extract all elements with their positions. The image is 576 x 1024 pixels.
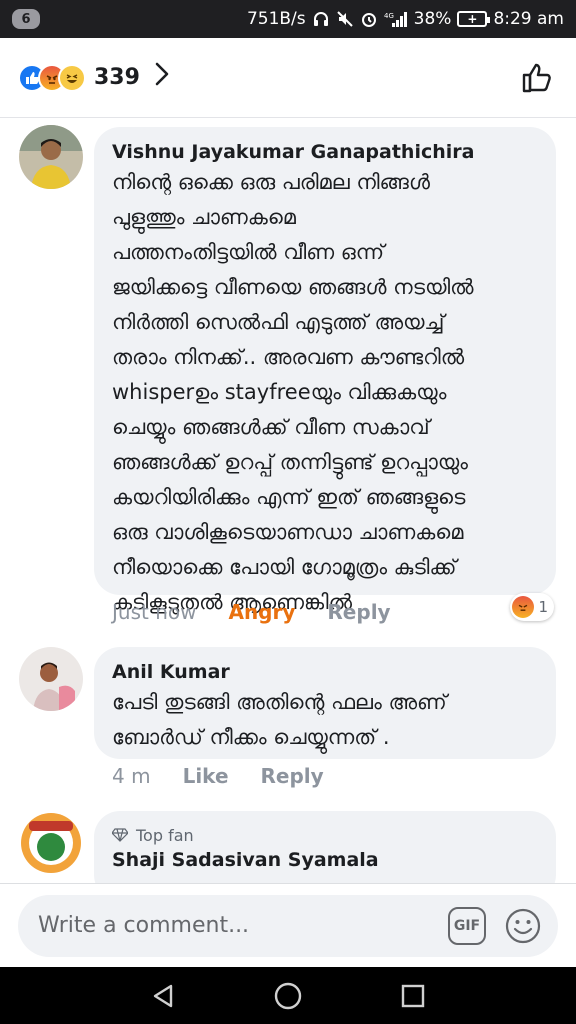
reaction-icons[interactable] — [18, 63, 86, 92]
battery-icon: + — [457, 11, 491, 27]
status-bar: 6 751B/s 4G 38% + 8:29 am — [0, 0, 576, 38]
network-speed: 751B/s — [246, 9, 306, 29]
comment-bubble[interactable]: Top fan Shaji Sadasivan Syamala — [94, 811, 556, 883]
comment-text: പേടി തുടങ്ങി അതിന്റെ ഫലം അണ് ബോർഡ് നീക്ക… — [112, 690, 447, 749]
notification-badge: 6 — [12, 9, 40, 29]
comment-timestamp[interactable]: Just now — [112, 600, 196, 624]
back-triangle-icon — [153, 984, 172, 1007]
comment-actions: 4 m Like Reply — [112, 764, 356, 788]
smiley-icon — [505, 908, 541, 943]
angry-icon — [512, 596, 535, 618]
like-button[interactable] — [518, 58, 558, 98]
signal-icon: 4G — [384, 10, 408, 28]
comment-composer: GIF — [0, 883, 576, 967]
reply-button[interactable]: Reply — [261, 764, 324, 788]
svg-text:4G: 4G — [384, 12, 394, 20]
gif-button[interactable]: GIF — [448, 906, 486, 945]
comment-author[interactable]: Anil Kumar — [112, 659, 538, 685]
home-button[interactable] — [268, 976, 308, 1016]
headphones-icon — [312, 10, 330, 28]
recents-square-icon — [402, 984, 425, 1007]
comment-reaction-summary[interactable]: 1 — [510, 593, 554, 621]
top-fan-label: Top fan — [136, 825, 194, 845]
reply-button[interactable]: Reply — [327, 600, 390, 624]
reaction-count[interactable]: 339 — [94, 65, 140, 90]
avatar[interactable] — [19, 811, 83, 875]
thumbs-up-icon — [522, 63, 551, 92]
comment-text: നിന്റെ ഒക്കെ ഒരു പരിമല നിങ്ങൾ പുളുത്തും … — [112, 170, 474, 614]
system-nav-bar — [0, 967, 576, 1024]
haha-icon — [58, 63, 86, 92]
comment-bubble[interactable]: Vishnu Jayakumar Ganapathichira നിന്റെ ഒ… — [94, 127, 556, 614]
chevron-right-icon[interactable] — [154, 61, 170, 94]
home-circle-icon — [274, 982, 302, 1009]
battery-percent: 38% — [413, 9, 452, 29]
comment-timestamp[interactable]: 4 m — [112, 764, 151, 788]
comments-list[interactable]: Vishnu Jayakumar Ganapathichira നിന്റെ ഒ… — [0, 119, 576, 883]
comment-author[interactable]: Shaji Sadasivan Syamala — [112, 847, 538, 873]
diamond-icon — [112, 828, 128, 842]
alarm-icon — [360, 10, 378, 28]
reactions-header[interactable]: 339 — [0, 38, 576, 118]
reaction-button[interactable]: Angry — [228, 600, 295, 624]
avatar[interactable] — [19, 125, 83, 189]
comment-input[interactable] — [38, 913, 448, 938]
comment-input-container[interactable]: GIF — [18, 894, 558, 957]
emoji-button[interactable] — [504, 907, 542, 945]
comment-bubble[interactable]: Anil Kumar പേടി തുടങ്ങി അതിന്റെ ഫലം അണ് … — [94, 647, 556, 759]
reaction-count: 1 — [538, 598, 548, 616]
top-fan-badge: Top fan — [112, 823, 538, 847]
comment-actions: Just now Angry Reply — [112, 600, 423, 624]
like-button[interactable]: Like — [183, 764, 229, 788]
clock: 8:29 am — [493, 9, 564, 29]
comment-author[interactable]: Vishnu Jayakumar Ganapathichira — [112, 139, 538, 165]
back-button[interactable] — [143, 976, 183, 1016]
avatar[interactable] — [19, 647, 83, 711]
status-icons: 751B/s 4G 38% + 8:29 am — [247, 9, 564, 29]
recents-button[interactable] — [393, 976, 433, 1016]
mute-icon — [336, 10, 354, 28]
